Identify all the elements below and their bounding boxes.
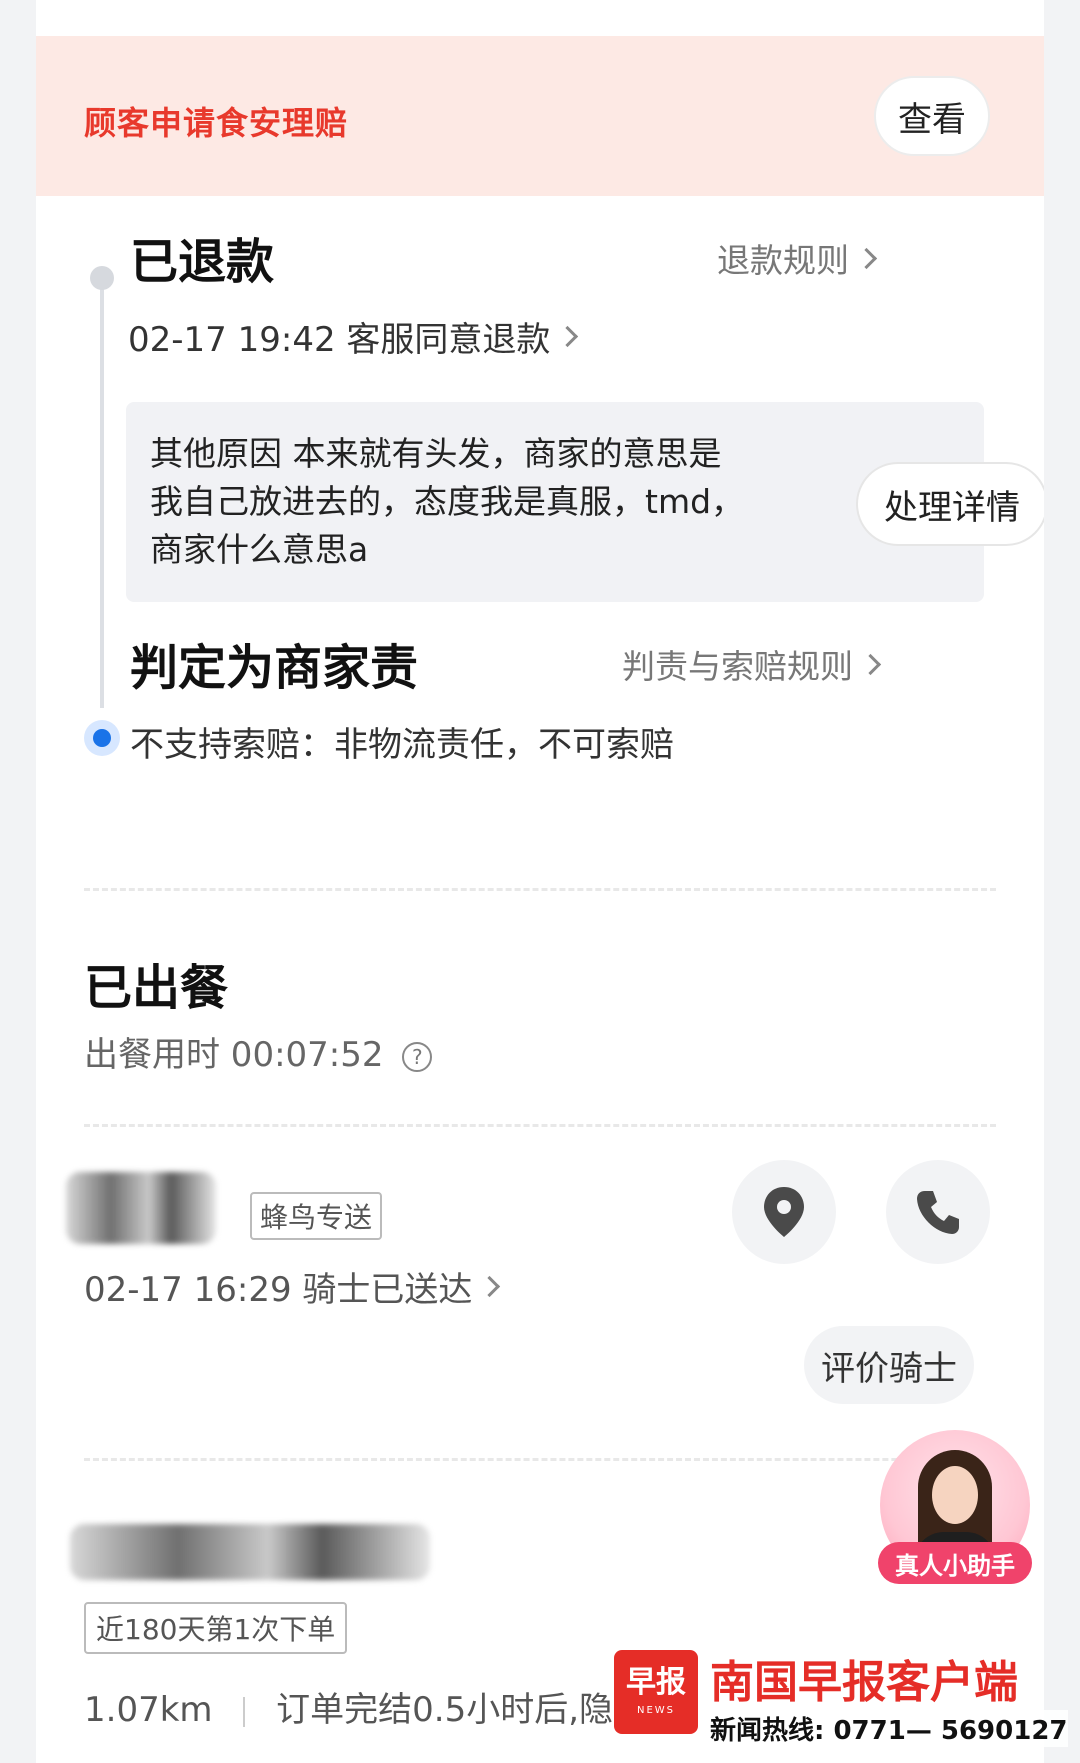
news-watermark: 早报 NEWS 南国早报客户端 新闻热线: 0771— 5690127: [614, 1640, 1068, 1760]
refund-rules-link[interactable]: 退款规则: [717, 234, 878, 282]
chevron-right-icon: [859, 653, 882, 675]
news-logo-text: 早报: [626, 1665, 686, 1700]
news-logo-sub: NEWS: [636, 1705, 676, 1716]
privacy-note: 订单完结0.5小时后,隐藏: [276, 1690, 648, 1730]
refund-rules-label: 退款规则: [717, 241, 849, 280]
timeline-dot-current: [84, 720, 120, 756]
liability-rules-label: 判责与索赔规则: [622, 647, 853, 686]
assistant-face: [932, 1466, 978, 1524]
food-safety-claim-banner: 顾客申请食安理赔 查看: [36, 36, 1044, 196]
judgement-title: 判定为商家责: [130, 640, 419, 696]
help-icon[interactable]: ?: [402, 1041, 433, 1072]
section-divider: [84, 888, 996, 891]
watermark-hotline: 新闻热线: 0771— 5690127: [710, 1710, 1068, 1747]
courier-call-button[interactable]: [886, 1160, 990, 1264]
delivery-event-text: 02-17 16:29 骑士已送达: [84, 1270, 473, 1310]
refund-event-text: 02-17 19:42 客服同意退款: [128, 320, 551, 360]
location-pin-icon: [764, 1187, 804, 1237]
news-logo: 早报 NEWS: [614, 1650, 698, 1734]
timeline-dot-refund: [90, 266, 114, 290]
refund-reason-text: 其他原因 本来就有头发，商家的意思是我自己放进去的，态度我是真服，tmd，商家什…: [150, 434, 745, 569]
refund-reason-box: 其他原因 本来就有头发，商家的意思是我自己放进去的，态度我是真服，tmd，商家什…: [126, 402, 1044, 602]
chevron-right-icon: [479, 1275, 501, 1298]
order-card: 顾客申请食安理赔 查看 已退款 退款规则 02-17 19:42 客服同意退款 …: [36, 0, 1044, 1763]
meal-status-title: 已出餐: [84, 960, 229, 1016]
meal-time-text: 出餐用时 00:07:52: [84, 1035, 384, 1075]
rate-courier-button[interactable]: 评价骑士: [804, 1326, 974, 1404]
delivery-event-link[interactable]: 02-17 16:29 骑士已送达: [84, 1262, 501, 1311]
chevron-right-icon: [557, 325, 579, 348]
separator: [243, 1696, 246, 1727]
meal-time-row: 出餐用时 00:07:52 ?: [84, 1027, 433, 1076]
live-assistant-label[interactable]: 真人小助手: [878, 1542, 1032, 1584]
courier-location-button[interactable]: [732, 1160, 836, 1264]
distance-text: 1.07km: [84, 1690, 213, 1730]
section-divider: [84, 1124, 996, 1127]
refund-event-link[interactable]: 02-17 19:42 客服同意退款: [128, 312, 579, 361]
timeline-line: [100, 276, 104, 708]
customer-name-redacted: [70, 1524, 430, 1580]
customer-info-row: 1.07km 订单完结0.5小时后,隐藏: [84, 1682, 647, 1731]
view-button[interactable]: 查看: [874, 76, 990, 156]
refund-status-title: 已退款: [130, 234, 275, 290]
courier-name-redacted: [66, 1172, 216, 1244]
order-detail-page: 顾客申请食安理赔 查看 已退款 退款规则 02-17 19:42 客服同意退款 …: [0, 0, 1080, 1763]
section-divider: [84, 1458, 996, 1461]
order-count-tag: 近180天第1次下单: [84, 1602, 348, 1654]
watermark-title: 南国早报客户端: [710, 1657, 1018, 1708]
chevron-right-icon: [855, 247, 878, 269]
liability-rules-link[interactable]: 判责与索赔规则: [622, 640, 882, 688]
phone-icon: [917, 1191, 959, 1234]
banner-text: 顾客申请食安理赔: [84, 104, 349, 142]
process-details-button[interactable]: 处理详情: [856, 462, 1044, 546]
judgement-note: 不支持索赔：非物流责任，不可索赔: [130, 725, 674, 765]
courier-service-tag: 蜂鸟专送: [250, 1192, 383, 1240]
